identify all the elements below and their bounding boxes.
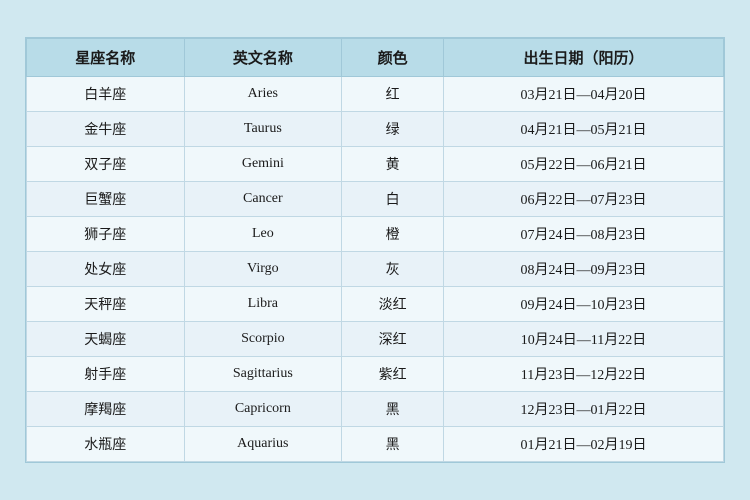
cell-chinese-name: 天秤座 <box>27 287 185 322</box>
cell-dates: 07月24日—08月23日 <box>444 217 724 252</box>
table-row: 双子座Gemini黄05月22日—06月21日 <box>27 147 724 182</box>
cell-chinese-name: 巨蟹座 <box>27 182 185 217</box>
cell-chinese-name: 狮子座 <box>27 217 185 252</box>
cell-dates: 01月21日—02月19日 <box>444 427 724 462</box>
cell-color: 白 <box>342 182 444 217</box>
cell-dates: 04月21日—05月21日 <box>444 112 724 147</box>
header-chinese-name: 星座名称 <box>27 39 185 77</box>
cell-chinese-name: 摩羯座 <box>27 392 185 427</box>
table-row: 白羊座Aries红03月21日—04月20日 <box>27 77 724 112</box>
cell-color: 深红 <box>342 322 444 357</box>
cell-color: 绿 <box>342 112 444 147</box>
cell-english-name: Leo <box>184 217 342 252</box>
cell-dates: 11月23日—12月22日 <box>444 357 724 392</box>
cell-color: 灰 <box>342 252 444 287</box>
cell-color: 红 <box>342 77 444 112</box>
cell-english-name: Cancer <box>184 182 342 217</box>
cell-chinese-name: 处女座 <box>27 252 185 287</box>
cell-dates: 09月24日—10月23日 <box>444 287 724 322</box>
cell-english-name: Scorpio <box>184 322 342 357</box>
cell-dates: 08月24日—09月23日 <box>444 252 724 287</box>
cell-chinese-name: 双子座 <box>27 147 185 182</box>
table-row: 摩羯座Capricorn黑12月23日—01月22日 <box>27 392 724 427</box>
cell-english-name: Libra <box>184 287 342 322</box>
cell-dates: 12月23日—01月22日 <box>444 392 724 427</box>
table-row: 狮子座Leo橙07月24日—08月23日 <box>27 217 724 252</box>
cell-english-name: Gemini <box>184 147 342 182</box>
cell-chinese-name: 水瓶座 <box>27 427 185 462</box>
table-row: 水瓶座Aquarius黑01月21日—02月19日 <box>27 427 724 462</box>
header-dates: 出生日期（阳历） <box>444 39 724 77</box>
cell-color: 黄 <box>342 147 444 182</box>
cell-chinese-name: 白羊座 <box>27 77 185 112</box>
table-row: 射手座Sagittarius紫红11月23日—12月22日 <box>27 357 724 392</box>
cell-chinese-name: 天蝎座 <box>27 322 185 357</box>
cell-color: 紫红 <box>342 357 444 392</box>
table-header-row: 星座名称 英文名称 颜色 出生日期（阳历） <box>27 39 724 77</box>
cell-dates: 10月24日—11月22日 <box>444 322 724 357</box>
cell-english-name: Virgo <box>184 252 342 287</box>
cell-dates: 06月22日—07月23日 <box>444 182 724 217</box>
cell-color: 黑 <box>342 427 444 462</box>
table-row: 处女座Virgo灰08月24日—09月23日 <box>27 252 724 287</box>
cell-english-name: Aries <box>184 77 342 112</box>
cell-dates: 03月21日—04月20日 <box>444 77 724 112</box>
cell-color: 橙 <box>342 217 444 252</box>
header-color: 颜色 <box>342 39 444 77</box>
zodiac-table: 星座名称 英文名称 颜色 出生日期（阳历） 白羊座Aries红03月21日—04… <box>26 38 724 462</box>
table-row: 金牛座Taurus绿04月21日—05月21日 <box>27 112 724 147</box>
table-body: 白羊座Aries红03月21日—04月20日金牛座Taurus绿04月21日—0… <box>27 77 724 462</box>
cell-chinese-name: 射手座 <box>27 357 185 392</box>
zodiac-table-container: 星座名称 英文名称 颜色 出生日期（阳历） 白羊座Aries红03月21日—04… <box>25 37 725 463</box>
cell-chinese-name: 金牛座 <box>27 112 185 147</box>
cell-english-name: Aquarius <box>184 427 342 462</box>
table-row: 巨蟹座Cancer白06月22日—07月23日 <box>27 182 724 217</box>
cell-color: 黑 <box>342 392 444 427</box>
cell-dates: 05月22日—06月21日 <box>444 147 724 182</box>
header-english-name: 英文名称 <box>184 39 342 77</box>
cell-english-name: Capricorn <box>184 392 342 427</box>
table-row: 天蝎座Scorpio深红10月24日—11月22日 <box>27 322 724 357</box>
cell-color: 淡红 <box>342 287 444 322</box>
table-row: 天秤座Libra淡红09月24日—10月23日 <box>27 287 724 322</box>
cell-english-name: Taurus <box>184 112 342 147</box>
cell-english-name: Sagittarius <box>184 357 342 392</box>
